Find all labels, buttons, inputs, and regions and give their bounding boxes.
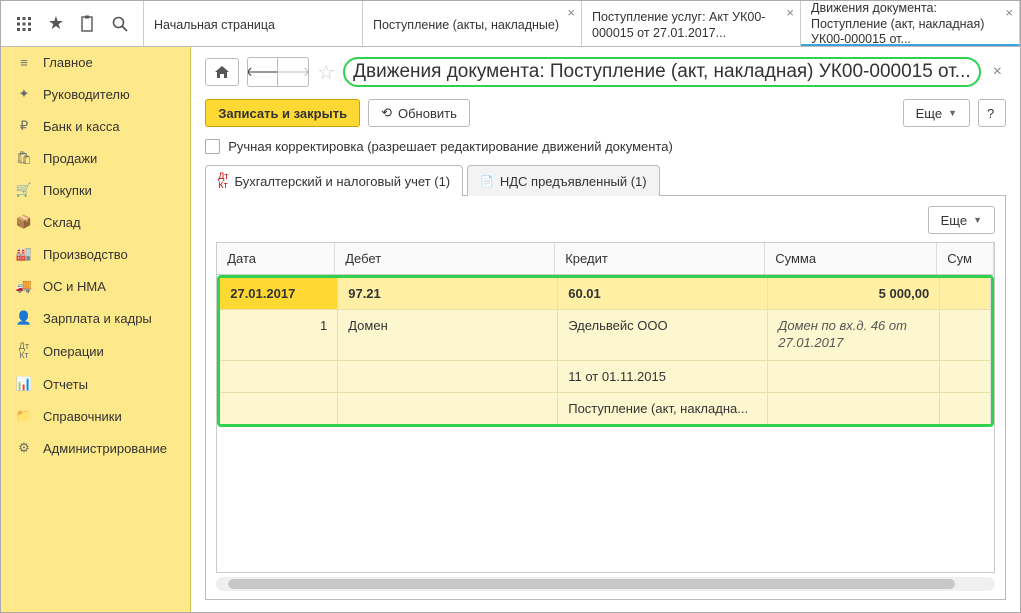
sidebar-item-production[interactable]: 🏭 Производство	[1, 238, 190, 270]
sidebar-item-main[interactable]: ≡ Главное	[1, 47, 190, 78]
accounting-grid: Дата Дебет Кредит Сумма Сум 27.01.2017 9…	[216, 242, 995, 573]
bag-icon: 🛍	[15, 150, 33, 166]
tab-home[interactable]: Начальная страница	[144, 1, 363, 46]
grid-more-button[interactable]: Еще▼	[928, 206, 995, 234]
close-icon[interactable]: ×	[567, 5, 575, 21]
help-button[interactable]: ?	[978, 99, 1006, 127]
refresh-button[interactable]: ⟲Обновить	[368, 99, 470, 127]
sidebar-item-payroll[interactable]: 👤 Зарплата и кадры	[1, 302, 190, 334]
person-icon: 👤	[15, 310, 33, 326]
more-button[interactable]: Еще▼	[903, 99, 970, 127]
sidebar-item-label: Продажи	[43, 151, 97, 166]
sidebar-item-label: Руководителю	[43, 87, 130, 102]
folder-icon: 📁	[15, 408, 33, 424]
tab-movements[interactable]: Движения документа: Поступление (акт, на…	[801, 1, 1020, 46]
sidebar-item-operations[interactable]: ДтКт Операции	[1, 334, 190, 368]
subtab-vat[interactable]: 📄НДС предъявленный (1)	[467, 165, 659, 196]
sidebar-item-label: Банк и касса	[43, 119, 120, 134]
box-icon: 📦	[15, 214, 33, 230]
sidebar-item-purchases[interactable]: 🛒 Покупки	[1, 174, 190, 206]
star-icon[interactable]: ★	[47, 15, 65, 33]
col-sum2[interactable]: Сум	[937, 243, 994, 274]
home-button[interactable]	[205, 58, 239, 86]
page-title: Движения документа: Поступление (акт, на…	[343, 57, 980, 87]
grid-row-detail[interactable]: 11 от 01.11.2015	[220, 360, 991, 392]
sidebar-item-label: Справочники	[43, 409, 122, 424]
sidebar-item-label: ОС и НМА	[43, 279, 106, 294]
close-icon[interactable]: ×	[989, 63, 1006, 81]
sidebar-item-references[interactable]: 📁 Справочники	[1, 400, 190, 432]
apps-icon[interactable]	[15, 15, 33, 33]
cart-icon: 🛒	[15, 182, 33, 198]
sidebar-item-label: Зарплата и кадры	[43, 311, 152, 326]
grid-row-detail[interactable]: 1 Домен Эдельвейс ООО Домен по вх.д. 46 …	[220, 309, 991, 360]
sidebar-item-manager[interactable]: ✦ Руководителю	[1, 78, 190, 110]
sidebar-item-label: Операции	[43, 344, 104, 359]
sidebar-item-assets[interactable]: 🚚 ОС и НМА	[1, 270, 190, 302]
menu-icon: ≡	[15, 55, 33, 70]
sidebar-item-bank[interactable]: ₽ Банк и касса	[1, 110, 190, 142]
subtab-accounting[interactable]: ДтКтБухгалтерский и налоговый учет (1)	[205, 165, 463, 196]
back-button[interactable]: 🡐	[248, 58, 278, 86]
tab-bar: Начальная страница Поступление (акты, на…	[144, 1, 1020, 46]
manual-edit-checkbox[interactable]	[205, 139, 220, 154]
chevron-down-icon: ▼	[948, 108, 957, 118]
sparkle-icon: ✦	[15, 86, 33, 102]
sidebar-item-label: Покупки	[43, 183, 92, 198]
sidebar-item-reports[interactable]: 📊 Отчеты	[1, 368, 190, 400]
col-debit[interactable]: Дебет	[335, 243, 555, 274]
sidebar-item-sales[interactable]: 🛍 Продажи	[1, 142, 190, 174]
grid-row-detail[interactable]: Поступление (акт, накладна...	[220, 392, 991, 424]
selected-entry: 27.01.2017 97.21 60.01 5 000,00 1 Домен …	[217, 275, 994, 427]
nav-history: 🡐 🡒	[247, 57, 309, 87]
col-credit[interactable]: Кредит	[555, 243, 765, 274]
chart-icon: 📊	[15, 376, 33, 392]
tab-services[interactable]: Поступление услуг: Акт УК00-000015 от 27…	[582, 1, 801, 46]
col-sum[interactable]: Сумма	[765, 243, 937, 274]
col-date[interactable]: Дата	[217, 243, 335, 274]
sidebar-item-label: Администрирование	[43, 441, 167, 456]
close-icon[interactable]: ×	[786, 5, 794, 21]
dtkt-icon: ДтКт	[218, 172, 228, 190]
gear-icon: ⚙	[15, 440, 33, 456]
clipboard-icon[interactable]	[79, 15, 97, 33]
ruble-icon: ₽	[15, 118, 33, 134]
favorite-icon[interactable]: ☆	[317, 60, 335, 85]
sidebar-item-warehouse[interactable]: 📦 Склад	[1, 206, 190, 238]
grid-header: Дата Дебет Кредит Сумма Сум	[217, 243, 994, 275]
sidebar-item-admin[interactable]: ⚙ Администрирование	[1, 432, 190, 464]
sidebar-item-label: Производство	[43, 247, 128, 262]
sidebar-item-label: Главное	[43, 55, 93, 70]
tab-receipts[interactable]: Поступление (акты, накладные)×	[363, 1, 582, 46]
sidebar: ≡ Главное ✦ Руководителю ₽ Банк и касса 🛍 Пр…	[1, 47, 191, 612]
chevron-down-icon: ▼	[973, 215, 982, 225]
truck-icon: 🚚	[15, 278, 33, 294]
sidebar-item-label: Отчеты	[43, 377, 88, 392]
factory-icon: 🏭	[15, 246, 33, 262]
dtkt-icon: ДтКт	[15, 342, 33, 360]
manual-edit-label: Ручная корректировка (разрешает редактир…	[228, 139, 673, 154]
horizontal-scrollbar[interactable]	[216, 577, 995, 591]
save-close-button[interactable]: Записать и закрыть	[205, 99, 360, 127]
doc-icon: 📄	[480, 175, 494, 188]
close-icon[interactable]: ×	[1005, 5, 1013, 21]
search-icon[interactable]	[111, 15, 129, 33]
sidebar-item-label: Склад	[43, 215, 81, 230]
forward-button: 🡒	[278, 58, 308, 86]
refresh-icon: ⟲	[381, 105, 392, 121]
grid-row-main[interactable]: 27.01.2017 97.21 60.01 5 000,00	[220, 278, 991, 309]
